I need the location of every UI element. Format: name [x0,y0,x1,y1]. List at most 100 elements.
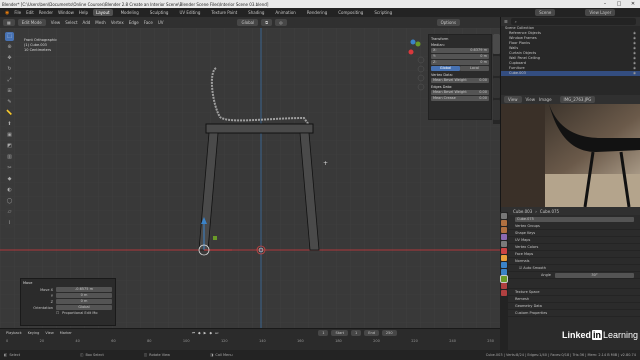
tab-texture-paint[interactable]: Texture Paint [208,9,240,16]
eye-icon[interactable]: ◉ [633,71,636,76]
rip-tool-icon[interactable]: ⌇ [5,219,14,228]
cursor-tool-icon[interactable]: ⊕ [5,43,14,52]
tab-uv-editing[interactable]: UV Editing [176,9,203,16]
panel-texture-space[interactable]: Texture Space [501,289,640,296]
measure-tool-icon[interactable]: 📏 [5,109,14,118]
poly-build-tool-icon[interactable]: ◆ [5,175,14,184]
view-layer-selector[interactable]: View Layer [585,9,616,16]
outliner-item[interactable]: Cube.003 ◉ [501,71,640,76]
loop-cut-tool-icon[interactable]: ▥ [5,153,14,162]
tab-view[interactable] [493,78,500,98]
orientation-value[interactable]: Global [56,305,112,310]
tab-item[interactable] [493,34,500,54]
mode-selector[interactable]: Edit Mode [17,19,46,26]
view-layer-tab-icon[interactable] [501,234,507,240]
close-button[interactable]: ✕ [626,0,640,8]
texture-tab-icon[interactable] [501,290,507,296]
move-y-row[interactable]: Y0 m [24,293,112,298]
spin-tool-icon[interactable]: ◐ [5,186,14,195]
panel-uv-maps[interactable]: UV Maps [501,237,640,244]
mesh-data-tab-icon[interactable] [500,275,508,283]
transform-header[interactable]: Transform [429,37,491,41]
shear-tool-icon[interactable]: ▱ [5,208,14,217]
prop-edit-row[interactable]: ☐ Proportional Edit Mo [24,311,112,315]
maximize-button[interactable]: □ [612,0,626,8]
image-editor-mode[interactable]: View [504,96,522,103]
panel-custom-properties[interactable]: Custom Properties [501,310,640,317]
auto-smooth-row[interactable]: ☑ Auto Smooth [501,265,640,272]
tab-tool[interactable] [493,56,500,76]
nav-gizmo-z[interactable] [410,39,416,45]
outliner-search-icon[interactable]: ⌕ [510,18,636,25]
angle-field[interactable]: 30° [554,272,634,278]
move-z-value[interactable]: 0 m [56,299,112,304]
panel-geometry-data[interactable]: Geometry Data [501,303,640,310]
scene-selector[interactable]: Scene [535,9,556,16]
modifier-tab-icon[interactable] [501,262,507,268]
menu-add[interactable]: Add [83,20,91,25]
menu-marker[interactable]: Marker [60,331,72,335]
menu-vertex[interactable]: Vertex [111,20,124,25]
menu-file[interactable]: File [14,10,21,15]
constraint-tab-icon[interactable] [501,269,507,275]
panel-vertex-colors[interactable]: Vertex Colors [501,244,640,251]
menu-image[interactable]: Image [539,97,552,102]
tab-edit[interactable] [493,100,500,120]
menu-edge[interactable]: Edge [129,20,139,25]
image-name-field[interactable]: IMG_2763.JPG [559,96,596,103]
jump-end-icon[interactable]: ⏭ [215,331,218,335]
menu-keying[interactable]: Keying [28,331,40,335]
reference-photo[interactable] [501,104,640,207]
mesh-name-field[interactable]: Cube.075 [515,216,634,222]
nav-gizmo-x[interactable] [408,49,414,55]
scene-tab-icon[interactable] [501,241,507,247]
panel-vertex-groups[interactable]: Vertex Groups [501,223,640,230]
orientation-row[interactable]: Orientation Global [24,305,112,310]
editor-type-icon[interactable]: ▦ [3,19,15,26]
tab-sculpting[interactable]: Sculpting [147,9,172,16]
tab-modeling[interactable]: Modeling [118,9,142,16]
annotate-tool-icon[interactable]: ✎ [5,98,14,107]
perspective-toggle-icon[interactable] [417,83,425,91]
nav-gizmo-y[interactable] [415,41,421,47]
snap-icon[interactable]: ⧉ [261,19,273,26]
median-z-field[interactable]: Z: 0 m [431,60,489,65]
timeline-ruler[interactable]: 0 20 40 60 80 100 120 140 160 180 200 22… [0,337,500,343]
output-tab-icon[interactable] [501,227,507,233]
knife-tool-icon[interactable]: ✂ [5,164,14,173]
minimize-button[interactable]: – [598,0,612,8]
global-toggle[interactable]: Global [431,66,460,71]
menu-select[interactable]: Select [65,20,77,25]
operator-title[interactable]: Move [21,281,115,285]
move-y-value[interactable]: 0 m [56,293,112,298]
current-frame-field[interactable]: 1 [318,330,329,336]
options-button[interactable]: Options [436,19,461,26]
next-keyframe-icon[interactable]: ◆ [209,331,212,335]
menu-timeline-view[interactable]: View [45,331,53,335]
menu-playback[interactable]: Playback [6,331,22,335]
tab-animation[interactable]: Animation [272,9,298,16]
orientation-selector[interactable]: Global [237,19,259,26]
median-y-field[interactable]: Y: 0 m [431,54,489,59]
scale-tool-icon[interactable]: ⤢ [5,76,14,85]
menu-help[interactable]: Help [79,10,88,15]
tool-tab-icon[interactable] [501,213,507,219]
crease-field[interactable]: Mean Crease 0.00 [431,96,489,101]
menu-face[interactable]: Face [144,20,153,25]
median-x-field[interactable]: X: 0.6379 m [431,48,489,53]
move-x-value[interactable]: -0.6575 m [56,287,112,292]
menu-uv[interactable]: UV [158,20,164,25]
menu-image-view[interactable]: View [526,97,536,102]
smooth-tool-icon[interactable]: ◯ [5,197,14,206]
menu-edit[interactable]: Edit [26,10,34,15]
panel-normals[interactable]: Normals [501,258,640,265]
end-frame-field[interactable]: 250 [381,330,397,336]
select-tool-icon[interactable]: ⬚ [5,32,14,41]
extrude-tool-icon[interactable]: ⬆ [5,120,14,129]
move-tool-icon[interactable]: ✥ [5,54,14,63]
tab-compositing[interactable]: Compositing [335,9,366,16]
material-tab-icon[interactable] [501,283,507,289]
panel-face-maps[interactable]: Face Maps [501,251,640,258]
move-x-row[interactable]: Move X -0.6575 m [24,287,112,292]
panel-shape-keys[interactable]: Shape Keys [501,230,640,237]
